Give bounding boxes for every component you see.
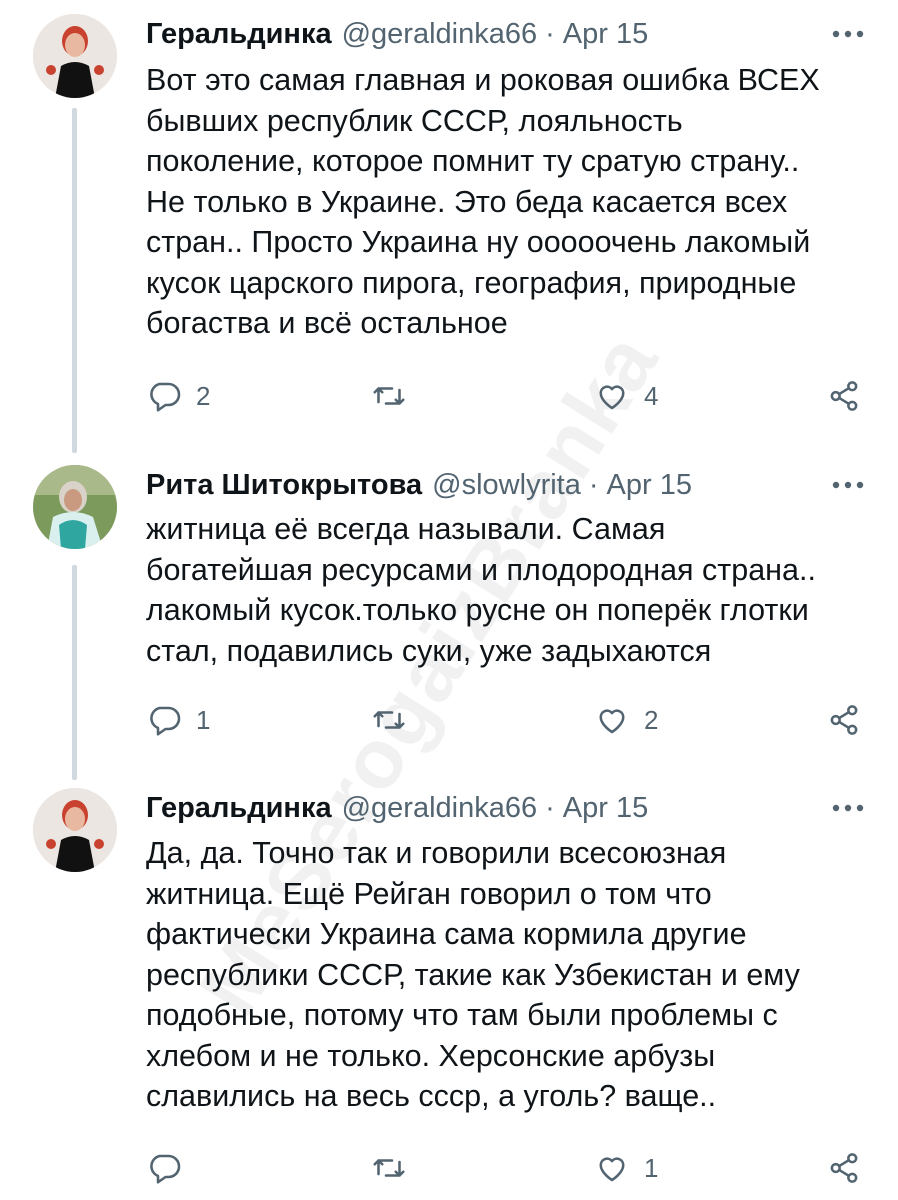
like-button[interactable]: 1 xyxy=(594,1148,658,1188)
reply-icon xyxy=(150,1154,181,1184)
tweet-actions: 2 4 xyxy=(146,376,866,416)
tweet-actions: 1 xyxy=(146,1148,866,1188)
retweet-button[interactable] xyxy=(371,1148,421,1188)
share-icon xyxy=(830,381,858,411)
user-handle[interactable]: @geraldinka66 xyxy=(342,18,538,51)
retweet-button[interactable] xyxy=(371,700,421,740)
tweet-date[interactable]: Apr 15 xyxy=(563,792,648,825)
display-name[interactable]: Геральдинка xyxy=(146,792,332,825)
share-button[interactable] xyxy=(826,376,862,416)
separator-dot: · xyxy=(545,791,555,824)
like-button[interactable]: 2 xyxy=(594,700,658,740)
more-options-icon[interactable] xyxy=(828,788,868,828)
like-button[interactable]: 4 xyxy=(594,376,658,416)
more-options-icon[interactable] xyxy=(828,465,868,505)
heart-icon xyxy=(599,385,625,410)
tweet[interactable]: Рита Шитокрытова @slowlyrita · Apr 15 жи… xyxy=(0,455,898,780)
thread-connector-line xyxy=(72,108,77,453)
user-handle[interactable]: @slowlyrita xyxy=(432,469,581,502)
reply-count: 2 xyxy=(196,380,211,411)
reply-count: 1 xyxy=(196,704,211,735)
tweet-text: Да, да. Точно так и говорили всесоюзная … xyxy=(146,836,800,1113)
reply-button[interactable]: 2 xyxy=(146,376,210,416)
share-icon xyxy=(830,705,858,735)
like-count: 4 xyxy=(644,380,659,411)
retweet-icon xyxy=(373,1159,405,1177)
like-count: 1 xyxy=(644,1152,659,1183)
share-button[interactable] xyxy=(826,1148,862,1188)
reply-icon xyxy=(150,706,181,736)
avatar[interactable] xyxy=(33,788,117,872)
tweet-date[interactable]: Apr 15 xyxy=(607,469,692,502)
tweet[interactable]: Геральдинка @geraldinka66 · Apr 15 Да, д… xyxy=(0,780,898,1200)
user-handle[interactable]: @geraldinka66 xyxy=(342,792,538,825)
retweet-button[interactable] xyxy=(371,376,421,416)
reply-button[interactable]: 1 xyxy=(146,700,210,740)
retweet-icon xyxy=(373,387,405,405)
reply-thread: MeSerogaizBranka Геральдинка @geraldinka… xyxy=(0,0,898,1200)
share-button[interactable] xyxy=(826,700,862,740)
reply-icon xyxy=(150,382,181,412)
reply-button[interactable] xyxy=(146,1148,196,1188)
like-count: 2 xyxy=(644,704,659,735)
tweet-text: Вот это самая главная и роковая ошибка В… xyxy=(146,63,820,340)
avatar[interactable] xyxy=(33,465,117,549)
tweet-header: Геральдинка @geraldinka66 · Apr 15 xyxy=(146,14,868,54)
separator-dot: · xyxy=(588,468,599,501)
heart-icon xyxy=(599,709,625,734)
tweet-header: Геральдинка @geraldinka66 · Apr 15 xyxy=(146,788,868,828)
tweet[interactable]: Геральдинка @geraldinka66 · Apr 15 Вот э… xyxy=(0,0,898,455)
heart-icon xyxy=(599,1157,625,1182)
display-name[interactable]: Геральдинка xyxy=(146,18,332,51)
tweet-text: житница её всегда называли. Самая богате… xyxy=(146,512,816,668)
avatar[interactable] xyxy=(33,14,117,98)
retweet-icon xyxy=(373,711,405,729)
thread-connector-line xyxy=(72,565,77,780)
tweet-date[interactable]: Apr 15 xyxy=(563,18,648,51)
display-name[interactable]: Рита Шитокрытова xyxy=(146,469,422,502)
more-options-icon[interactable] xyxy=(828,14,868,54)
separator-dot: · xyxy=(545,17,555,50)
share-icon xyxy=(830,1153,858,1183)
tweet-header: Рита Шитокрытова @slowlyrita · Apr 15 xyxy=(146,465,868,505)
tweet-actions: 1 2 xyxy=(146,700,866,740)
